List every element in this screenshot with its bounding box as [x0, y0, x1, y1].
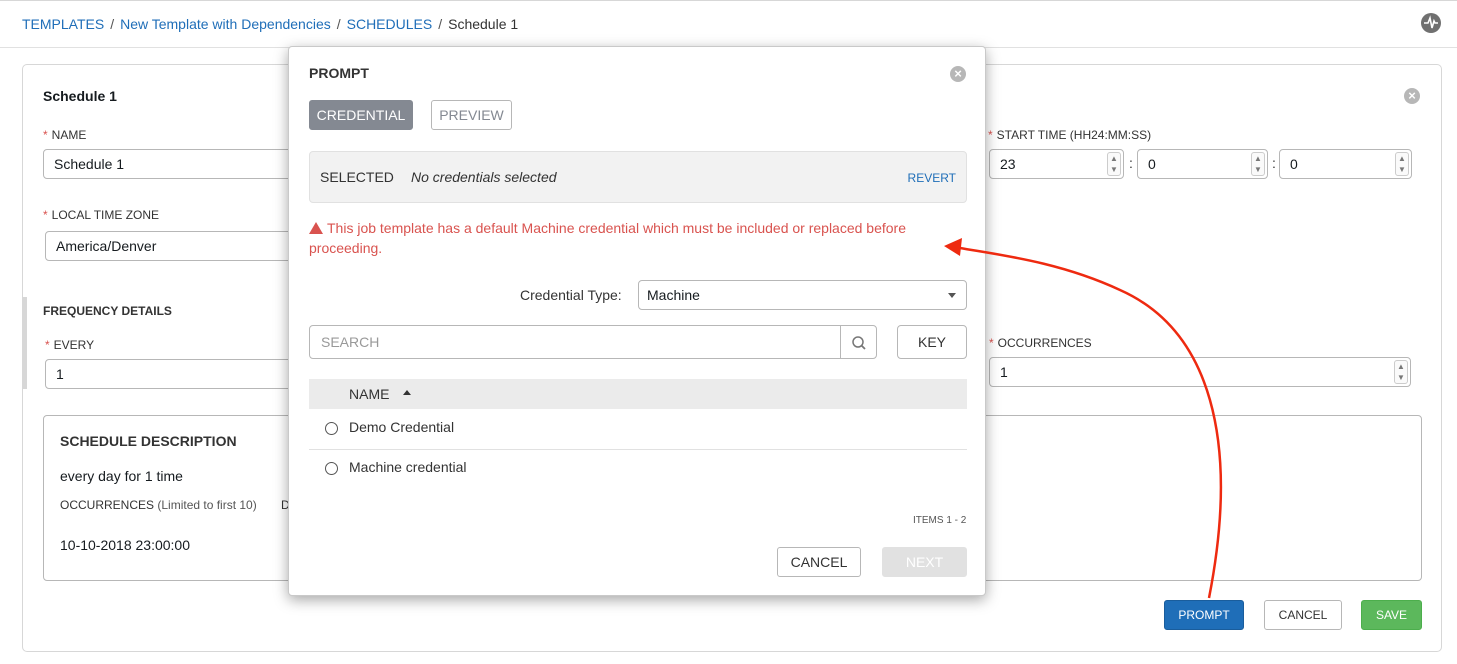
breadcrumb-template[interactable]: New Template with Dependencies [120, 16, 331, 32]
timezone-select[interactable]: America/Denver [45, 231, 295, 261]
breadcrumb-separator: / [438, 16, 443, 32]
start-second-input[interactable]: 0 ▲ ▼ [1279, 149, 1412, 179]
row-radio[interactable] [325, 462, 338, 475]
sort-up-icon[interactable] [403, 390, 411, 395]
breadcrumb-current: Schedule 1 [448, 16, 519, 32]
every-label: * EVERY [45, 338, 95, 352]
activity-stream-icon[interactable] [1421, 13, 1441, 33]
breadcrumb-schedules[interactable]: SCHEDULES [347, 16, 433, 32]
credential-name: Machine credential [349, 459, 467, 475]
timezone-label: * LOCAL TIME ZONE [43, 208, 160, 222]
start-time-label: * START TIME (HH24:MM:SS) [988, 128, 1152, 142]
revert-link[interactable]: REVERT [908, 171, 956, 185]
search-icon [852, 336, 866, 350]
selected-label: SELECTED [320, 169, 394, 185]
hour-spinner[interactable]: ▲ ▼ [1107, 152, 1121, 176]
modal-next-button[interactable]: NEXT [882, 547, 967, 577]
breadcrumb-separator: / [110, 16, 115, 32]
selected-value: No credentials selected [411, 169, 557, 185]
frequency-accent-bar [23, 297, 27, 389]
search-input[interactable]: SEARCH [309, 325, 841, 359]
selected-credentials-box: SELECTED No credentials selected REVERT [309, 151, 967, 203]
key-button[interactable]: KEY [897, 325, 967, 359]
time-colon: : [1272, 155, 1276, 171]
row-radio[interactable] [325, 422, 338, 435]
credential-type-label: Credential Type: [520, 287, 622, 303]
top-border [0, 0, 1457, 4]
occurrences-spinner[interactable]: ▲ ▼ [1394, 360, 1408, 384]
tab-credential[interactable]: CREDENTIAL [309, 100, 413, 130]
table-row[interactable]: Machine credential [309, 449, 967, 489]
warning-message: This job template has a default Machine … [309, 220, 906, 256]
modal-title: PROMPT [309, 65, 369, 81]
prompt-modal: PROMPT × CREDENTIAL PREVIEW SELECTED No … [288, 46, 986, 596]
frequency-heading: FREQUENCY DETAILS [43, 304, 172, 318]
credential-type-select[interactable]: Machine [638, 280, 967, 310]
dropdown-caret-icon [948, 293, 956, 298]
items-count: ITEMS 1 - 2 [913, 515, 967, 526]
column-name[interactable]: NAME [349, 386, 389, 402]
tab-preview[interactable]: PREVIEW [431, 100, 512, 130]
breadcrumb-separator: / [336, 16, 341, 32]
second-spinner[interactable]: ▲ ▼ [1395, 152, 1409, 176]
every-input[interactable]: 1 [45, 359, 295, 389]
search-button[interactable] [840, 325, 877, 359]
occurrences-label: * OCCURRENCES [989, 336, 1092, 350]
breadcrumb-templates[interactable]: TEMPLATES [22, 16, 104, 32]
description-text: every day for 1 time [60, 468, 183, 484]
credential-name: Demo Credential [349, 419, 455, 435]
table-header: NAME [309, 379, 967, 409]
occurrences-input[interactable]: 1 ▲ ▼ [989, 357, 1411, 387]
start-minute-input[interactable]: 0 ▲ ▼ [1137, 149, 1268, 179]
occurrence-date: 10-10-2018 23:00:00 [60, 537, 190, 553]
table-row[interactable]: Demo Credential [309, 409, 967, 449]
close-icon[interactable]: × [1404, 88, 1420, 104]
panel-title: Schedule 1 [43, 88, 117, 104]
name-label: * NAME [43, 128, 87, 142]
minute-spinner[interactable]: ▲ ▼ [1251, 152, 1265, 176]
modal-cancel-button[interactable]: CANCEL [777, 547, 861, 577]
close-icon[interactable]: × [950, 66, 966, 82]
warning-icon [309, 222, 323, 234]
save-button[interactable]: SAVE [1361, 600, 1422, 630]
prompt-button[interactable]: PROMPT [1164, 600, 1244, 630]
name-input[interactable]: Schedule 1 [43, 149, 293, 179]
time-colon: : [1129, 155, 1133, 171]
description-heading: SCHEDULE DESCRIPTION [60, 433, 237, 449]
occurrences-list-label: OCCURRENCES (Limited to first 10) [60, 498, 257, 512]
breadcrumb: TEMPLATES / New Template with Dependencies… [22, 16, 518, 32]
cancel-button[interactable]: CANCEL [1264, 600, 1342, 630]
start-hour-input[interactable]: 23 ▲ ▼ [989, 149, 1124, 179]
top-bar: TEMPLATES / New Template with Dependencies… [0, 0, 1457, 48]
